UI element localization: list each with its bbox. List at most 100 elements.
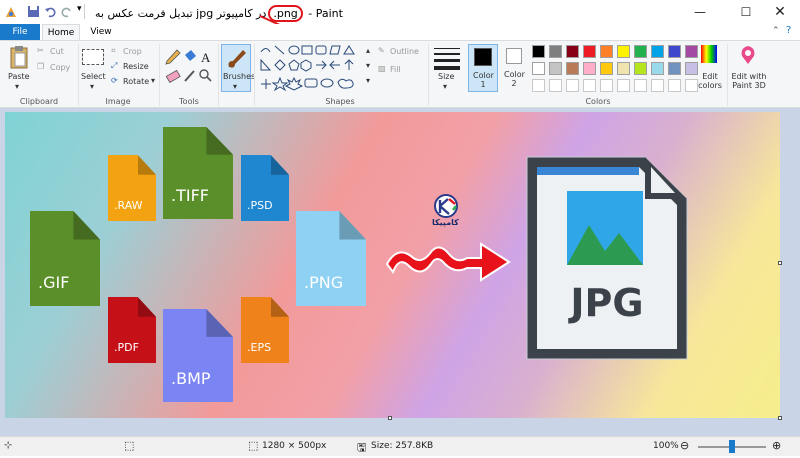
crop-icon[interactable]: ⌗ bbox=[111, 46, 116, 56]
palette-swatch[interactable] bbox=[566, 45, 579, 58]
crop-button[interactable]: Crop bbox=[123, 47, 142, 56]
outline-button[interactable]: Outline bbox=[390, 47, 419, 56]
size-dropdown-icon[interactable]: ▾ bbox=[443, 82, 447, 91]
shapes-scroll-up-icon[interactable]: ▴ bbox=[366, 46, 370, 55]
edit-colors-icon[interactable] bbox=[700, 44, 718, 64]
palette-swatch[interactable] bbox=[617, 62, 630, 75]
zoom-level: 100% bbox=[653, 441, 679, 451]
resize-button[interactable]: Resize bbox=[123, 62, 149, 71]
rotate-dropdown-icon[interactable]: ▾ bbox=[151, 76, 155, 85]
paint3d-icon[interactable] bbox=[739, 45, 757, 65]
save-icon[interactable] bbox=[27, 5, 40, 18]
zoom-in-button[interactable]: ⊕ bbox=[772, 439, 781, 452]
paste-icon[interactable] bbox=[10, 45, 28, 69]
copy-button[interactable]: Copy bbox=[50, 63, 70, 72]
title-divider bbox=[84, 4, 85, 19]
outline-icon[interactable]: ✎ bbox=[378, 46, 385, 55]
fill-shape-icon[interactable]: ▨ bbox=[378, 64, 386, 73]
copy-icon[interactable]: ❐ bbox=[37, 62, 44, 71]
rotate-button[interactable]: Rotate bbox=[123, 77, 149, 86]
tools-panel: A bbox=[165, 49, 212, 84]
tab-view[interactable]: View bbox=[82, 24, 120, 40]
palette-swatch[interactable] bbox=[634, 62, 647, 75]
resize-handle-right[interactable] bbox=[778, 261, 782, 265]
custom-color-slot[interactable] bbox=[532, 79, 545, 92]
fill-icon bbox=[185, 50, 196, 61]
palette-swatch[interactable] bbox=[549, 45, 562, 58]
paint-app-icon bbox=[6, 7, 16, 17]
psd-file-label: .PSD bbox=[247, 199, 273, 212]
size-button[interactable]: Size bbox=[438, 72, 454, 81]
palette-swatch[interactable] bbox=[600, 62, 613, 75]
brushes-button[interactable]: Brushes ▾ bbox=[221, 44, 255, 92]
quick-access-dropdown-icon[interactable]: ▾ bbox=[77, 4, 82, 14]
rotate-icon[interactable]: ⟳ bbox=[111, 76, 118, 85]
tab-file[interactable]: File bbox=[0, 24, 40, 40]
palette-swatch[interactable] bbox=[532, 45, 545, 58]
minimize-button[interactable]: — bbox=[680, 0, 720, 24]
tab-home[interactable]: Home bbox=[42, 24, 80, 40]
custom-color-slot[interactable] bbox=[651, 79, 664, 92]
custom-color-slot[interactable] bbox=[549, 79, 562, 92]
custom-color-slot[interactable] bbox=[583, 79, 596, 92]
close-button[interactable]: ✕ bbox=[760, 0, 800, 24]
resize-icon[interactable]: ⤢ bbox=[111, 61, 117, 71]
color1-button[interactable]: Color 1 bbox=[468, 44, 498, 92]
palette-swatch[interactable] bbox=[566, 62, 579, 75]
image-group-label: Image bbox=[105, 97, 131, 106]
edit-colors-button[interactable]: Edit colors bbox=[695, 72, 725, 90]
palette-swatch[interactable] bbox=[583, 45, 596, 58]
color1-label: Color 1 bbox=[473, 71, 494, 89]
shapes-more-icon[interactable]: ▾ bbox=[366, 76, 370, 85]
color2-button[interactable]: Color 2 bbox=[502, 44, 528, 92]
palette-swatch[interactable] bbox=[600, 45, 613, 58]
diamond-shape-icon bbox=[274, 59, 286, 71]
palette-swatch[interactable] bbox=[634, 45, 647, 58]
shapes-scroll-down-icon[interactable]: ▾ bbox=[366, 61, 370, 70]
undo-icon[interactable] bbox=[44, 5, 57, 18]
palette-swatch[interactable] bbox=[668, 45, 681, 58]
canvas-area: .RAW .TIFF .PSD .GIF .PNG .PDF .EPS .BMP… bbox=[0, 108, 800, 436]
paste-button[interactable]: Paste bbox=[8, 72, 30, 81]
fill-button[interactable]: Fill bbox=[390, 65, 401, 74]
bmp-file-icon: .BMP bbox=[163, 309, 233, 402]
palette-swatch[interactable] bbox=[549, 62, 562, 75]
palette-swatch[interactable] bbox=[617, 45, 630, 58]
custom-color-slot[interactable] bbox=[617, 79, 630, 92]
cut-button[interactable]: Cut bbox=[50, 47, 64, 56]
palette-swatch[interactable] bbox=[651, 45, 664, 58]
canvas[interactable]: .RAW .TIFF .PSD .GIF .PNG .PDF .EPS .BMP… bbox=[5, 112, 780, 418]
custom-color-slot[interactable] bbox=[600, 79, 613, 92]
custom-color-slot[interactable] bbox=[634, 79, 647, 92]
ribbon-collapse-icon[interactable]: ⌃ bbox=[772, 26, 780, 36]
custom-color-slot[interactable] bbox=[668, 79, 681, 92]
resize-handle-corner[interactable] bbox=[778, 416, 782, 420]
png-file-icon: .PNG bbox=[296, 211, 366, 306]
left-arrow-shape-icon bbox=[329, 60, 340, 70]
paste-dropdown-icon[interactable]: ▾ bbox=[15, 82, 19, 91]
six-point-star-shape-icon bbox=[284, 76, 304, 91]
pdf-file-icon: .PDF bbox=[108, 297, 156, 363]
palette-swatch[interactable] bbox=[685, 45, 698, 58]
shapes-gallery[interactable] bbox=[258, 44, 370, 92]
edit-with-paint3d-button[interactable]: Edit with Paint 3D bbox=[731, 72, 767, 90]
color2-label: Color 2 bbox=[504, 70, 525, 88]
size-icon[interactable] bbox=[434, 46, 460, 70]
redo-icon[interactable] bbox=[60, 5, 73, 18]
pencil-icon bbox=[165, 49, 181, 65]
custom-color-slot[interactable] bbox=[566, 79, 579, 92]
cursor-position-icon: ⊹ bbox=[4, 440, 13, 451]
zoom-slider-thumb[interactable] bbox=[729, 440, 735, 453]
palette-swatch[interactable] bbox=[668, 62, 681, 75]
cut-icon[interactable]: ✂ bbox=[37, 46, 44, 55]
select-dropdown-icon[interactable]: ▾ bbox=[90, 82, 94, 91]
select-button[interactable]: Select bbox=[81, 72, 106, 81]
resize-handle-bottom[interactable] bbox=[388, 416, 392, 420]
help-icon[interactable]: ? bbox=[786, 25, 791, 36]
palette-swatch[interactable] bbox=[583, 62, 596, 75]
palette-swatch[interactable] bbox=[532, 62, 545, 75]
select-icon[interactable] bbox=[82, 49, 104, 65]
palette-swatch[interactable] bbox=[651, 62, 664, 75]
raw-file-label: .RAW bbox=[114, 199, 143, 212]
zoom-out-button[interactable]: ⊖ bbox=[680, 439, 689, 452]
